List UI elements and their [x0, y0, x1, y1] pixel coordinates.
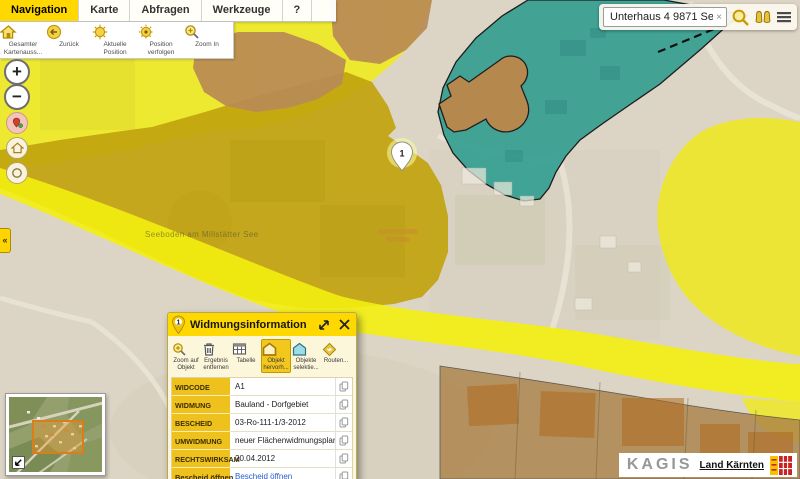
svg-text:1: 1 — [399, 149, 404, 159]
hamburger-icon — [776, 10, 792, 24]
table-row: WIDMUNG Bauland - Dorfgebiet — [172, 396, 352, 414]
clear-search-icon[interactable]: × — [713, 12, 722, 23]
table-button[interactable]: Tabelle — [231, 339, 261, 373]
full-extent-button[interactable]: Gesamter Kartenauss... — [0, 22, 46, 58]
table-row: RECHTSWIRKSAM 20.04.2012 — [172, 450, 352, 468]
gps-pin-icon — [12, 117, 23, 129]
kagis-logo: KAGIS Land Kärnten — [619, 453, 797, 477]
copy-icon — [339, 471, 349, 479]
overview-collapse-button[interactable] — [12, 456, 25, 469]
copy-button[interactable] — [335, 396, 352, 414]
route-button[interactable]: Routen... — [321, 339, 351, 373]
zoom-to-object-button[interactable]: Zoom auf Objekt — [171, 339, 201, 373]
tab-abfragen[interactable]: Abfragen — [130, 0, 201, 21]
expand-icon — [317, 318, 331, 332]
copy-icon — [339, 417, 349, 428]
table-row: BESCHEID 03-Ro-111-1/3-2012 — [172, 414, 352, 432]
close-icon — [338, 318, 351, 331]
map-canvas[interactable]: Seeboden am Millstätter See 1 — [0, 0, 800, 479]
copy-icon — [339, 399, 349, 410]
route-icon — [322, 342, 350, 357]
table-icon — [232, 342, 260, 357]
copy-icon — [339, 435, 349, 446]
kaernten-flag-icon — [770, 456, 792, 475]
highlight-object-icon — [262, 342, 290, 357]
attribute-table: WIDCODE A1 WIDMUNG Bauland - Dorfgebiet … — [171, 377, 353, 479]
search-bar: Unterhaus 4 9871 See × — [599, 4, 797, 30]
panel-collapse-tab[interactable]: « — [0, 228, 11, 253]
track-position-icon — [138, 24, 184, 40]
current-position-button[interactable]: Aktuelle Position — [92, 22, 138, 58]
back-icon — [46, 24, 92, 40]
arrow-southwest-icon — [14, 458, 23, 467]
main-menubar: Navigation Karte Abfragen Werkzeuge ? — [0, 0, 336, 22]
highlight-object-button[interactable]: Objekt hervorh... — [261, 339, 291, 373]
popup-title: Widmungsinformation — [190, 319, 317, 331]
zoom-object-icon — [172, 342, 200, 357]
overview-map[interactable] — [5, 393, 106, 476]
search-icon — [731, 8, 750, 27]
copy-button[interactable] — [335, 432, 352, 450]
back-button[interactable]: Zurück — [46, 22, 92, 58]
map-zoom-controls: + − — [4, 59, 32, 184]
copy-button[interactable] — [335, 468, 352, 479]
binoculars-icon — [754, 9, 772, 26]
search-input[interactable]: Unterhaus 4 9871 See × — [603, 7, 727, 27]
trash-icon — [202, 342, 230, 357]
kagis-wordmark: KAGIS — [627, 456, 693, 474]
current-position-icon — [92, 24, 138, 40]
tab-karte[interactable]: Karte — [79, 0, 130, 21]
zoom-out-map-button[interactable]: − — [4, 84, 30, 110]
popup-close-button[interactable] — [338, 318, 351, 331]
popup-titlebar[interactable]: 1 Widmungsinformation — [168, 313, 356, 336]
svg-text:1: 1 — [177, 319, 181, 326]
copy-icon — [339, 381, 349, 392]
widmungsinformation-popup: 1 Widmungsinformation Zoom auf Objekt — [167, 312, 357, 479]
full-extent-icon — [0, 24, 46, 40]
table-row: UMWIDMUNG neuer Flächenwidmungsplan — [172, 432, 352, 450]
tab-help[interactable]: ? — [283, 0, 313, 21]
copy-icon — [339, 453, 349, 464]
track-position-button[interactable]: Position verfolgen — [138, 22, 184, 58]
zoom-in-map-button[interactable]: + — [4, 59, 30, 85]
circle-select-button[interactable] — [6, 162, 28, 184]
table-row: Bescheid öffnen Bescheid öffnen — [172, 468, 352, 479]
overview-extent-box[interactable] — [33, 421, 83, 453]
app-window: Seeboden am Millstätter See 1 Navigation… — [0, 0, 800, 479]
search-button[interactable] — [731, 8, 750, 27]
tab-navigation[interactable]: Navigation — [0, 0, 79, 21]
copy-button[interactable] — [335, 378, 352, 396]
popup-toolbar: Zoom auf Objekt Ergebnis entfernen Tabel… — [168, 336, 356, 375]
map-place-label: Seeboden am Millstätter See — [145, 230, 259, 239]
home-icon — [11, 142, 24, 154]
tab-werkzeuge[interactable]: Werkzeuge — [202, 0, 283, 21]
locate-results-button[interactable] — [754, 9, 772, 26]
zoom-in-icon — [184, 24, 230, 40]
popup-marker-icon: 1 — [171, 315, 186, 335]
home-extent-button[interactable] — [6, 137, 28, 159]
search-value: Unterhaus 4 9871 See — [610, 11, 713, 23]
remove-result-button[interactable]: Ergebnis entfernen — [201, 339, 231, 373]
navigation-toolbar: Gesamter Kartenauss... Zurück Aktuelle P… — [0, 22, 234, 59]
search-menu-button[interactable] — [776, 10, 792, 24]
copy-button[interactable] — [335, 450, 352, 468]
select-objects-button[interactable]: Objekte selektie... — [291, 339, 321, 373]
circle-icon — [11, 167, 23, 179]
gps-position-button[interactable] — [6, 112, 28, 134]
select-objects-icon — [292, 342, 320, 357]
popup-expand-button[interactable] — [317, 318, 331, 332]
table-row: WIDCODE A1 — [172, 378, 352, 396]
zoom-in-button[interactable]: Zoom In — [184, 22, 230, 58]
copy-button[interactable] — [335, 414, 352, 432]
land-kaernten-link[interactable]: Land Kärnten — [700, 460, 764, 471]
bescheid-link[interactable]: Bescheid öffnen — [230, 468, 335, 479]
